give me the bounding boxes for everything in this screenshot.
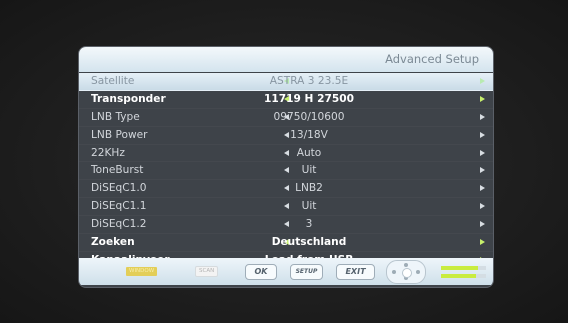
left-arrow-icon[interactable] <box>284 221 289 228</box>
row-value: 3 <box>305 218 313 231</box>
row-label: 22KHz <box>91 146 125 159</box>
right-arrow-icon[interactable] <box>480 131 485 138</box>
row-label: LNB Power <box>91 128 148 141</box>
row-label: Transponder <box>91 92 166 105</box>
right-arrow-icon[interactable] <box>480 221 485 228</box>
row-value: Uit <box>301 164 317 177</box>
menu-row-lnb-type[interactable]: LNB Type 09750/10600 <box>79 109 493 127</box>
left-arrow-icon[interactable] <box>284 167 289 174</box>
row-label: Zoeken <box>91 236 135 249</box>
left-icon <box>392 270 396 274</box>
left-arrow-icon[interactable] <box>284 149 289 156</box>
row-value: 09750/10600 <box>273 110 345 123</box>
right-arrow-icon[interactable] <box>480 149 485 156</box>
row-label: ToneBurst <box>91 164 144 177</box>
ok-center-icon <box>402 268 412 278</box>
row-value: 13/18V <box>290 128 328 141</box>
yellow-key-hint[interactable]: WINDOW <box>126 267 158 276</box>
row-label: DiSEqC1.1 <box>91 200 147 213</box>
tv-screen: Advanced Setup Satellite ASTRA 3 23.5E T… <box>0 0 568 323</box>
menu-row-22khz[interactable]: 22KHz Auto <box>79 145 493 163</box>
menu-row-zoeken[interactable]: Zoeken Deutschland <box>79 234 493 252</box>
row-label: Satellite <box>91 75 135 87</box>
menu-row-diseqc-1-1[interactable]: DiSEqC1.1 Uit <box>79 198 493 216</box>
signal-strength-fill <box>441 266 478 270</box>
right-arrow-icon[interactable] <box>480 239 485 246</box>
setup-button[interactable]: SETUP <box>290 264 323 280</box>
row-label: DiSEqC1.2 <box>91 218 147 231</box>
right-arrow-icon[interactable] <box>480 203 485 210</box>
advanced-setup-panel: Advanced Setup Satellite ASTRA 3 23.5E T… <box>79 47 493 287</box>
right-arrow-icon[interactable] <box>480 185 485 192</box>
row-label: DiSEqC1.0 <box>91 182 147 195</box>
row-value: Auto <box>296 146 322 159</box>
left-arrow-icon[interactable] <box>284 203 289 210</box>
page-title: Advanced Setup <box>385 52 479 66</box>
menu-row-diseqc-1-2[interactable]: DiSEqC1.2 3 <box>79 216 493 234</box>
menu-row-lnb-power[interactable]: LNB Power 13/18V <box>79 127 493 145</box>
menu-row-toneburst[interactable]: ToneBurst Uit <box>79 162 493 180</box>
row-label: LNB Type <box>91 110 140 123</box>
signal-quality-fill <box>441 274 477 278</box>
scan-key-hint[interactable]: SCAN <box>196 267 218 276</box>
row-value: 11719 H 27500 <box>264 92 354 105</box>
right-icon <box>416 270 420 274</box>
left-arrow-icon[interactable] <box>284 131 289 138</box>
row-value: Deutschland <box>271 236 347 249</box>
row-value: ASTRA 3 23.5E <box>269 75 349 87</box>
right-arrow-icon[interactable] <box>480 78 485 84</box>
right-arrow-icon[interactable] <box>480 167 485 174</box>
signal-strength-bar <box>441 266 486 270</box>
panel-header: Advanced Setup <box>79 47 493 72</box>
left-arrow-icon[interactable] <box>284 185 289 192</box>
right-arrow-icon[interactable] <box>480 95 485 102</box>
menu-row-transponder[interactable]: Transponder 11719 H 27500 <box>79 91 493 109</box>
row-value: Uit <box>301 200 317 213</box>
right-arrow-icon[interactable] <box>480 113 485 120</box>
help-bar: WINDOW SCAN OK SETUP EXIT <box>79 258 493 285</box>
signal-quality-bar <box>441 274 486 278</box>
menu-row-satellite[interactable]: Satellite ASTRA 3 23.5E <box>79 73 493 91</box>
up-icon <box>404 263 408 267</box>
row-value: LNB2 <box>295 182 323 195</box>
settings-menu: Satellite ASTRA 3 23.5E Transponder 1171… <box>79 73 493 270</box>
navigation-dpad-icon <box>386 260 426 284</box>
ok-button[interactable]: OK <box>245 264 277 280</box>
menu-row-diseqc-1-0[interactable]: DiSEqC1.0 LNB2 <box>79 180 493 198</box>
exit-button[interactable]: EXIT <box>336 264 375 280</box>
